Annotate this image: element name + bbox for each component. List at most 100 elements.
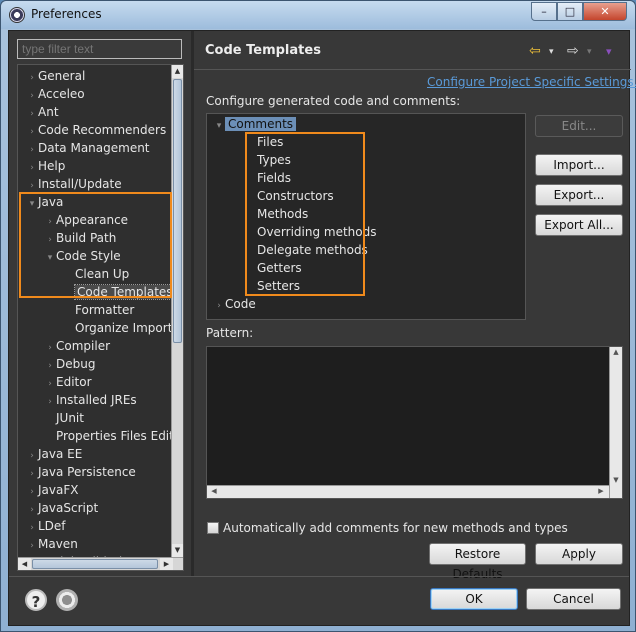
tree-item-label: Code Templates <box>74 284 173 300</box>
scroll-thumb[interactable] <box>173 79 182 343</box>
tree-item[interactable]: › JavaFX <box>26 481 78 499</box>
edit-button[interactable]: Edit... <box>535 115 623 137</box>
tree-item[interactable]: › Install/Update <box>26 175 121 193</box>
tree-item[interactable]: › Data Management <box>26 139 150 157</box>
pattern-scroll-up-icon[interactable]: ▲ <box>610 348 622 356</box>
template-item[interactable]: Getters <box>245 259 302 277</box>
filter-input[interactable] <box>17 39 182 59</box>
tree-item-label: Properties Files Editor <box>56 429 173 443</box>
tree-item-label: Java <box>38 195 64 209</box>
templates-tree: ▾ Comments Files Types Fields Constructors Met… <box>206 113 526 320</box>
import-button[interactable]: Import... <box>535 154 623 176</box>
template-item-label: Code <box>225 297 256 311</box>
auto-comments-checkbox[interactable] <box>207 522 219 534</box>
tree-item-label: Code Style <box>56 249 121 263</box>
template-item[interactable]: Overriding methods <box>245 223 377 241</box>
export-all-button[interactable]: Export All... <box>535 214 623 236</box>
pattern-scroll-right-icon[interactable]: ▶ <box>595 487 607 495</box>
template-item[interactable]: ▾ Comments <box>213 115 297 135</box>
tree-item[interactable]: › Java EE <box>26 445 82 463</box>
tree-item-label: Clean Up <box>75 267 130 281</box>
maximize-button[interactable]: □ <box>557 2 583 21</box>
tree-item-label: Organize Imports <box>75 321 173 335</box>
tree-item[interactable]: › LDef <box>26 517 65 535</box>
apply-button[interactable]: Apply <box>535 543 623 565</box>
template-item-label: Constructors <box>257 189 334 203</box>
tree-item[interactable]: Formatter <box>63 301 134 319</box>
tree-item[interactable]: ▾ Code Style <box>44 247 121 265</box>
tree-item[interactable]: Code Templates <box>63 283 173 301</box>
window-title: Preferences <box>31 7 102 21</box>
pattern-vertical-scrollbar[interactable]: ▲ ▼ <box>609 347 622 498</box>
tree-item-label: Debug <box>56 357 96 371</box>
configure-project-settings-link[interactable]: Configure Project Specific Settings... <box>427 75 636 89</box>
tree-item[interactable]: › Build Path <box>44 229 116 247</box>
tree-item-label: Data Management <box>38 141 150 155</box>
template-item[interactable]: Methods <box>245 205 308 223</box>
scroll-left-arrow-icon[interactable]: ◀ <box>18 558 31 570</box>
tree-item[interactable]: › Code Recommenders <box>26 121 166 139</box>
ok-button[interactable]: OK <box>430 588 518 610</box>
forward-arrow-icon[interactable]: ⇨ <box>567 43 579 59</box>
tree-item[interactable]: Organize Imports <box>63 319 173 337</box>
tree-horizontal-scrollbar[interactable]: ◀ ▶ <box>18 557 183 570</box>
tree-item[interactable]: Properties Files Editor <box>44 427 173 445</box>
template-item-label: Types <box>257 153 291 167</box>
view-menu-icon[interactable]: ▾ <box>606 45 612 61</box>
template-item[interactable]: › Code <box>213 295 256 313</box>
tree-item[interactable]: JUnit <box>44 409 84 427</box>
tree-item[interactable]: › Ant <box>26 103 59 121</box>
tree-item-label: JavaFX <box>38 483 79 497</box>
import-export-icon[interactable] <box>56 589 78 611</box>
collapse-arrow-icon[interactable]: ▾ <box>26 195 38 213</box>
help-icon[interactable]: ? <box>25 589 47 611</box>
template-item[interactable]: Delegate methods <box>245 241 368 259</box>
tree-item-label: Acceleo <box>38 87 85 101</box>
tree-item[interactable]: › Appearance <box>44 211 128 229</box>
pattern-scroll-down-icon[interactable]: ▼ <box>610 476 622 484</box>
hscroll-thumb[interactable] <box>32 559 158 569</box>
scroll-down-arrow-icon[interactable]: ▼ <box>172 544 183 557</box>
export-button[interactable]: Export... <box>535 184 623 206</box>
tree-item[interactable]: › Help <box>26 157 65 175</box>
back-menu-icon[interactable]: ▾ <box>549 47 554 63</box>
pattern-text-area[interactable]: ▲ ▼ ◀ ▶ <box>206 346 623 499</box>
template-item[interactable]: Fields <box>245 169 291 187</box>
auto-comments-label: Automatically add comments for new metho… <box>223 521 568 535</box>
restore-defaults-button[interactable]: Restore Defaults <box>429 543 526 581</box>
tree-item[interactable]: › Compiler <box>44 337 110 355</box>
tree-item[interactable]: › Editor <box>44 373 91 391</box>
scroll-up-arrow-icon[interactable]: ▲ <box>172 65 183 78</box>
tree-item[interactable]: ▾ Java <box>26 193 64 213</box>
tree-item[interactable]: Clean Up <box>63 265 129 283</box>
template-item[interactable]: Files <box>245 133 283 151</box>
tree-vertical-scrollbar[interactable]: ▲ ▼ <box>171 65 183 557</box>
tree-item[interactable]: › General <box>26 67 85 85</box>
minimize-button[interactable]: – <box>531 2 557 21</box>
pattern-scroll-left-icon[interactable]: ◀ <box>208 487 220 495</box>
template-item[interactable]: Setters <box>245 277 300 295</box>
collapse-arrow-icon[interactable]: ▾ <box>213 117 225 135</box>
expand-arrow-icon[interactable]: › <box>213 297 225 315</box>
panel-splitter[interactable] <box>191 31 194 576</box>
tree-item[interactable]: › Installed JREs <box>44 391 137 409</box>
tree-item[interactable]: › Java Persistence <box>26 463 136 481</box>
template-item[interactable]: Types <box>245 151 291 169</box>
template-item[interactable]: Constructors <box>245 187 334 205</box>
tree-item[interactable]: › Maven <box>26 535 78 553</box>
auto-comments-option[interactable]: Automatically add comments for new metho… <box>207 521 568 535</box>
back-arrow-icon[interactable]: ⇦ <box>529 43 541 59</box>
collapse-arrow-icon[interactable]: ▾ <box>44 249 56 267</box>
cancel-button[interactable]: Cancel <box>526 588 621 610</box>
scroll-right-arrow-icon[interactable]: ▶ <box>160 558 173 570</box>
tree-item[interactable]: › Debug <box>44 355 95 373</box>
tree-item[interactable]: › JavaScript <box>26 499 98 517</box>
tree-item[interactable]: › Acceleo <box>26 85 85 103</box>
tree-item-label: Installed JREs <box>56 393 137 407</box>
pattern-horizontal-scrollbar[interactable]: ◀ ▶ <box>207 485 609 498</box>
tree-item-label: Ant <box>38 105 59 119</box>
close-button[interactable]: ✕ <box>583 2 627 21</box>
title-bar[interactable]: Preferences – □ ✕ <box>1 1 635 29</box>
preferences-window: Preferences – □ ✕ ›General›Acceleo›Ant›C… <box>0 0 636 632</box>
forward-menu-icon[interactable]: ▾ <box>587 47 592 63</box>
